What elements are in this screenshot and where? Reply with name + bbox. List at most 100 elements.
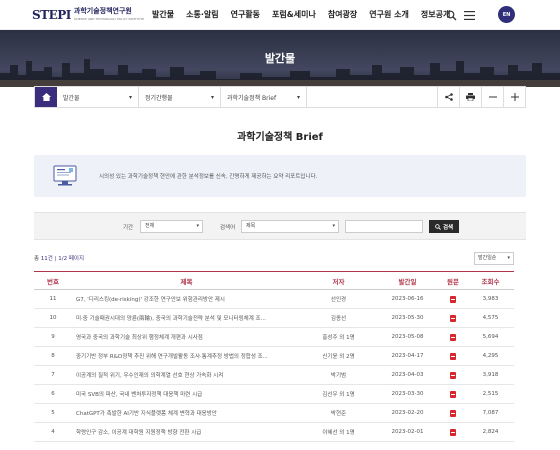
chevron-down-icon: ▾ <box>210 93 214 101</box>
row-title-link[interactable]: 영국과 중국의 과학기술 최상위 행정체계 개편과 시사점 <box>72 327 301 347</box>
row-views: 7,087 <box>467 403 514 423</box>
zoom-out-button[interactable] <box>481 87 503 107</box>
nav-item-publications[interactable]: 발간물 <box>152 9 174 20</box>
chevron-down-icon: ▾ <box>196 223 199 229</box>
breadcrumb-item-brief[interactable]: 과학기술정책 Brief ▾ <box>221 87 307 107</box>
column-header-number: 번호 <box>34 271 72 290</box>
chevron-down-icon: ▾ <box>296 93 300 101</box>
row-date: 2023-02-01 <box>376 422 439 442</box>
hero-title: 발간물 <box>264 52 296 65</box>
row-date: 2023-04-17 <box>376 346 439 366</box>
breadcrumb-item-periodicals[interactable]: 정기간행물 ▾ <box>139 87 221 107</box>
column-header-date: 발간일 <box>376 271 439 290</box>
period-value: 전체 <box>145 223 155 229</box>
nav-item-about[interactable]: 연구원 소개 <box>369 9 409 20</box>
result-count: 총 11건 | 1/2 페이지 <box>34 254 84 262</box>
logo-subtitle: SCIENCE AND TECHNOLOGY POLICY INSTITUTE <box>73 17 145 21</box>
breadcrumb: 발간물 ▾ 정기간행물 ▾ 과학기술정책 Brief ▾ <box>34 86 526 108</box>
print-icon <box>466 93 475 101</box>
search-button[interactable]: 검색 <box>429 220 459 233</box>
breadcrumb-label: 과학기술정책 Brief <box>227 94 277 102</box>
pdf-download-icon[interactable] <box>450 390 456 398</box>
pdf-download-icon[interactable] <box>450 295 456 303</box>
search-field-select[interactable]: 제목 ▾ <box>241 220 339 233</box>
chevron-down-icon: ▾ <box>128 93 132 101</box>
pdf-download-icon[interactable] <box>450 314 456 322</box>
pdf-download-icon[interactable] <box>450 371 456 379</box>
language-toggle-button[interactable]: EN <box>498 6 515 23</box>
search-icon[interactable] <box>444 8 458 22</box>
publications-table: 번호 제목 저자 발간일 원문 조회수 11 G7, '디리스킹(de-risk… <box>34 271 514 442</box>
sort-value: 발간일순 <box>478 255 497 261</box>
row-number: 5 <box>34 403 72 423</box>
home-button[interactable] <box>35 87 57 107</box>
breadcrumb-spacer <box>307 87 437 107</box>
row-number: 8 <box>34 346 72 366</box>
search-button-label: 검색 <box>442 224 454 231</box>
row-file-cell <box>439 384 467 404</box>
period-select[interactable]: 전체 ▾ <box>140 220 203 233</box>
row-author: 신기윤 외 2명 <box>301 346 376 366</box>
column-header-views: 조회수 <box>467 271 514 290</box>
search-bar: 기간 전체 ▾ 검색어 제목 ▾ 검색 <box>34 212 526 240</box>
row-title-link[interactable]: 미국 SVB의 파산, 국내 벤처투자정책 대응책 마련 시급 <box>72 384 301 404</box>
breadcrumb-item-publications[interactable]: 발간물 ▾ <box>57 87 139 107</box>
row-title-link[interactable]: G7, '디리스킹(de-risking)' 강조한 연구안보 위험관리방안 제… <box>72 289 301 309</box>
row-file-cell <box>439 346 467 366</box>
pdf-download-icon[interactable] <box>450 428 456 436</box>
row-views: 3,918 <box>467 365 514 385</box>
page-title: 과학기술정책 Brief <box>237 132 323 143</box>
logo-name: 과학기술정책연구원 <box>73 7 132 15</box>
zoom-in-icon <box>510 93 519 101</box>
table-row: 11 G7, '디리스킹(de-risking)' 강조한 연구안보 위험관리방… <box>34 289 514 309</box>
nav-item-research[interactable]: 연구활동 <box>231 9 260 20</box>
row-title-link[interactable]: 미·중 기술패권시대의 양륜(兩輪), 중국의 과학기술전략 분석 및 모니터링… <box>72 308 301 328</box>
nav-item-news[interactable]: 소통·알림 <box>186 9 218 20</box>
row-title-link[interactable]: ChatGPT가 촉발한 AI기반 지식플랫폼 체계 변혁과 대응방안 <box>72 403 301 423</box>
total-prefix: 총 <box>34 256 40 262</box>
zoom-in-button[interactable] <box>503 87 525 107</box>
row-number: 6 <box>34 384 72 404</box>
row-number: 9 <box>34 327 72 347</box>
chevron-down-icon: ▾ <box>332 223 335 229</box>
print-button[interactable] <box>459 87 481 107</box>
sort-select[interactable]: 발간일순 ▾ <box>474 252 514 265</box>
menu-icon[interactable] <box>462 8 476 22</box>
row-author: 홍성주 외 1명 <box>301 327 376 347</box>
column-header-author: 저자 <box>301 271 376 290</box>
row-file-cell <box>439 308 467 328</box>
row-title-link[interactable]: 이공계의 질적 위기, 우수인재의 의학계열 선호 현상 가속화 시켜 <box>72 365 301 385</box>
share-button[interactable] <box>437 87 459 107</box>
pdf-download-icon[interactable] <box>450 333 456 341</box>
row-number: 11 <box>34 289 72 309</box>
row-author: 박현준 <box>301 403 376 423</box>
row-number: 4 <box>34 422 72 442</box>
pdf-download-icon[interactable] <box>450 352 456 360</box>
intro-box: 시의성 있는 과학기술정책 현안에 관한 분석정보를 신속, 간명하게 제공하는… <box>34 155 526 197</box>
report-monitor-icon <box>53 165 77 186</box>
table-row: 10 미·중 기술패권시대의 양륜(兩輪), 중국의 과학기술전략 분석 및 모… <box>34 308 514 328</box>
table-header-row: 번호 제목 저자 발간일 원문 조회수 <box>34 271 514 290</box>
row-title-link[interactable]: 중기기반 정부 R&D정책 추진 위해 연구개발활동 조사·통계추정 방법의 정… <box>72 346 301 366</box>
row-views: 2,515 <box>467 384 514 404</box>
row-author: 이혜선 외 1명 <box>301 422 376 442</box>
stepi-logo[interactable]: STEPI 과학기술정책연구원 SCIENCE AND TECHNOLOGY P… <box>32 7 144 23</box>
breadcrumb-label: 정기간행물 <box>145 94 173 102</box>
row-file-cell <box>439 422 467 442</box>
breadcrumb-label: 발간물 <box>63 94 80 102</box>
pdf-download-icon[interactable] <box>450 409 456 417</box>
search-field-value: 제목 <box>246 223 256 229</box>
row-title-link[interactable]: 학령인구 감소, 이공계 대학원 지원정책 방향 전환 시급 <box>72 422 301 442</box>
row-number: 7 <box>34 365 72 385</box>
table-row: 9 영국과 중국의 과학기술 최상위 행정체계 개편과 시사점 홍성주 외 1명… <box>34 327 514 347</box>
page-indicator: 1/2 페이지 <box>58 256 85 262</box>
nav-item-participation[interactable]: 참여광장 <box>328 9 357 20</box>
search-input[interactable] <box>345 220 423 233</box>
nav-item-forum[interactable]: 포럼&세미나 <box>272 9 316 20</box>
row-views: 4,575 <box>467 308 514 328</box>
share-icon <box>444 93 453 101</box>
row-author: 김종선 <box>301 308 376 328</box>
row-views: 5,694 <box>467 327 514 347</box>
logo-text: 과학기술정책연구원 SCIENCE AND TECHNOLOGY POLICY … <box>74 7 144 23</box>
row-views: 4,295 <box>467 346 514 366</box>
